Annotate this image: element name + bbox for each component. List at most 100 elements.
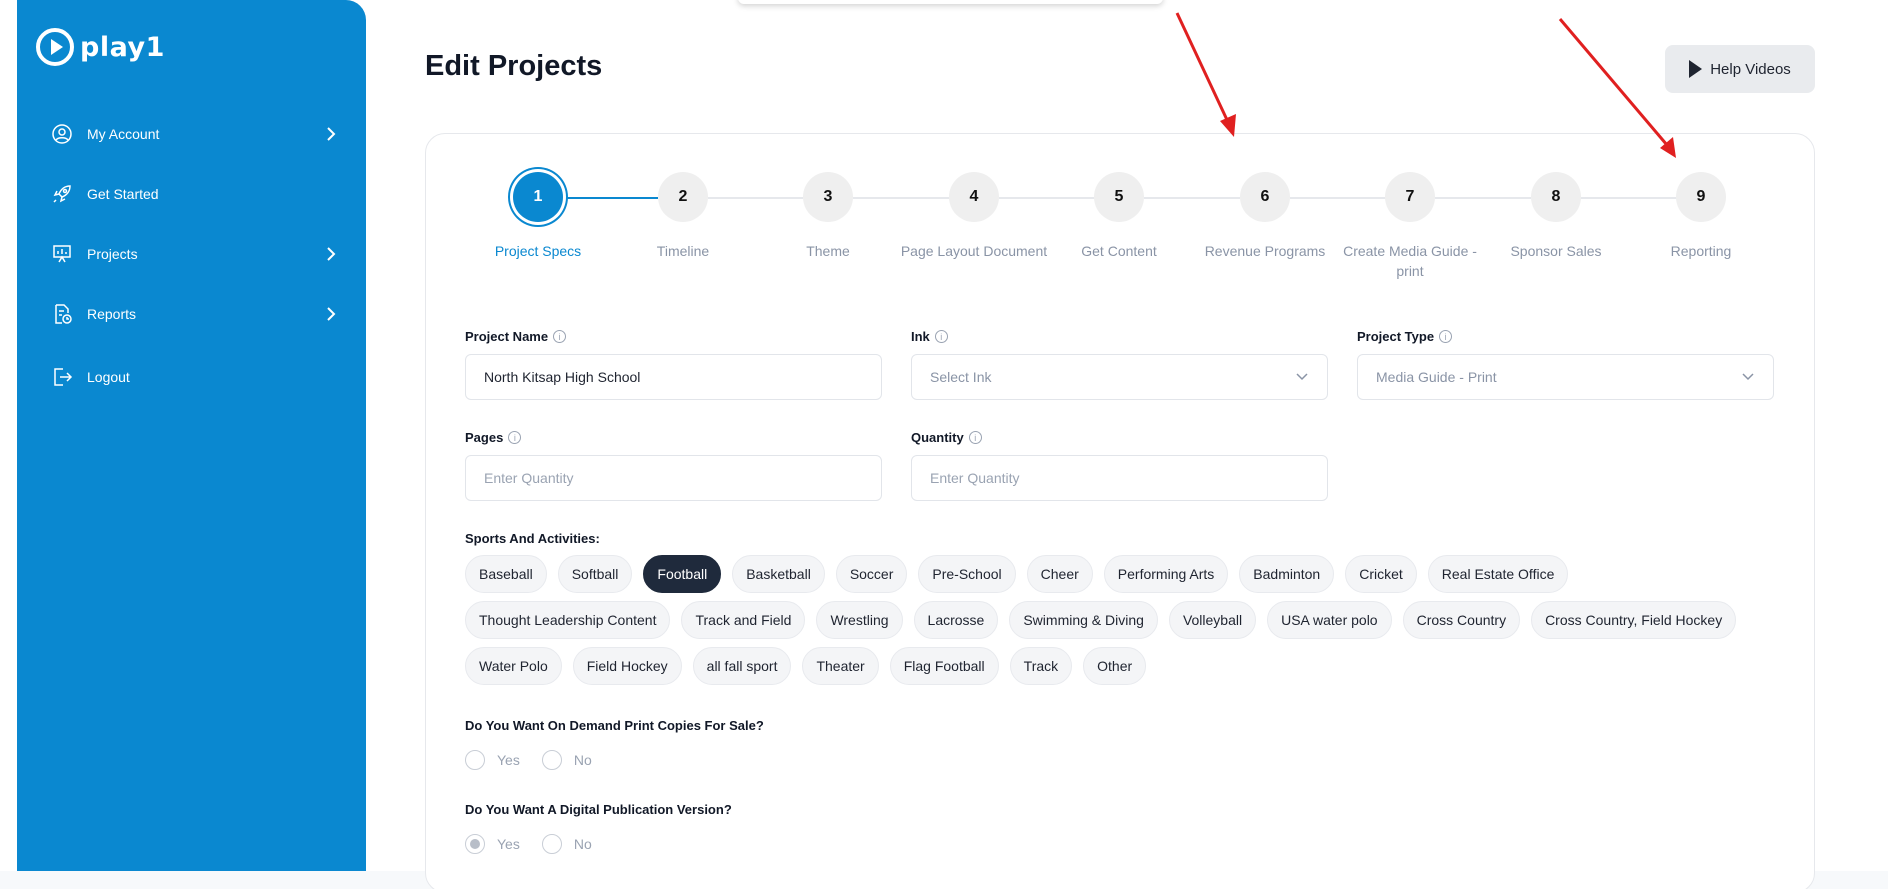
sport-chip[interactable]: Other	[1083, 647, 1147, 685]
page-title: Edit Projects	[425, 50, 603, 82]
step-number[interactable]: 4	[949, 172, 999, 222]
step-label: Project Specs	[494, 243, 582, 259]
step-number[interactable]: 5	[1094, 172, 1144, 222]
step-label: Timeline	[656, 243, 710, 259]
digital-version-yes-radio[interactable]: Yes	[465, 834, 520, 854]
sport-chip[interactable]: Real Estate Office	[1427, 555, 1569, 593]
sport-chip[interactable]: Cricket	[1345, 555, 1417, 593]
chip-row-3: Water Polo Field Hockey all fall sport T…	[465, 647, 1147, 685]
print-copies-radio-group: Yes No	[465, 750, 592, 770]
step-number[interactable]: 1	[513, 172, 563, 222]
radio-circle[interactable]	[465, 750, 485, 770]
radio-label: Yes	[497, 752, 520, 768]
sport-chip[interactable]: Volleyball	[1168, 601, 1257, 639]
print-copies-no-radio[interactable]: No	[541, 750, 592, 770]
logo-text: play1	[80, 31, 165, 63]
sport-chip[interactable]: Softball	[557, 555, 633, 593]
pages-input[interactable]	[484, 470, 863, 486]
sport-chip[interactable]: Badminton	[1239, 555, 1335, 593]
info-icon[interactable]: i	[968, 431, 982, 444]
step-sponsor-sales[interactable]: 8 Sponsor Sales	[1481, 172, 1631, 261]
project-type-select[interactable]: Media Guide - Print	[1357, 354, 1774, 400]
project-type-select-value: Media Guide - Print	[1376, 369, 1497, 385]
sidebar-item-reports[interactable]: Reports	[51, 294, 341, 334]
sidebar-item-get-started[interactable]: Get Started	[51, 174, 341, 214]
radio-label: No	[573, 836, 592, 852]
sport-chip[interactable]: Soccer	[835, 555, 908, 593]
info-icon[interactable]: i	[1439, 330, 1453, 343]
step-timeline[interactable]: 2 Timeline	[608, 172, 758, 261]
digital-version-radio-group: Yes No	[465, 834, 592, 854]
step-label: Get Content	[1081, 243, 1157, 259]
info-icon[interactable]: i	[553, 330, 567, 343]
user-circle-icon	[51, 123, 73, 145]
step-number[interactable]: 3	[803, 172, 853, 222]
sport-chip[interactable]: Basketball	[732, 555, 825, 593]
logo[interactable]: play1	[36, 28, 165, 66]
sport-chip[interactable]: Field Hockey	[572, 647, 682, 685]
sport-chip-selected[interactable]: Football	[643, 555, 722, 593]
step-page-layout-document[interactable]: 4 Page Layout Document	[899, 172, 1049, 261]
sport-chip[interactable]: Baseball	[465, 555, 547, 593]
ink-label: Ink i	[911, 329, 948, 344]
sport-chip[interactable]: Track and Field	[681, 601, 806, 639]
project-name-input[interactable]	[484, 369, 863, 385]
pages-label-text: Pages	[465, 430, 504, 445]
step-number[interactable]: 6	[1240, 172, 1290, 222]
step-label: Page Layout Document	[900, 243, 1048, 259]
step-label: Sponsor Sales	[1510, 243, 1602, 259]
help-videos-button[interactable]: Help Videos	[1665, 45, 1815, 93]
sidebar-item-label: My Account	[87, 126, 160, 142]
sport-chip[interactable]: Pre-School	[918, 555, 1016, 593]
presentation-icon	[51, 243, 73, 265]
radio-circle[interactable]	[541, 750, 562, 770]
pages-label: Pages i	[465, 430, 522, 445]
sport-chip[interactable]: Cheer	[1026, 555, 1093, 593]
ink-label-text: Ink	[911, 329, 930, 344]
radio-circle[interactable]	[465, 834, 485, 854]
sport-chip[interactable]: Cross Country, Field Hockey	[1531, 601, 1737, 639]
sport-chip[interactable]: USA water polo	[1267, 601, 1392, 639]
sidebar-item-projects[interactable]: Projects	[51, 234, 341, 274]
step-theme[interactable]: 3 Theme	[753, 172, 903, 261]
pages-field[interactable]	[465, 455, 882, 501]
step-number[interactable]: 8	[1531, 172, 1581, 222]
sport-chip[interactable]: Wrestling	[816, 601, 903, 639]
sidebar-item-label: Reports	[87, 306, 137, 322]
sport-chip[interactable]: Flag Football	[889, 647, 999, 685]
sport-chip[interactable]: Performing Arts	[1103, 555, 1229, 593]
step-project-specs[interactable]: 1 Project Specs	[463, 172, 613, 261]
radio-circle[interactable]	[541, 834, 562, 854]
step-number[interactable]: 7	[1385, 172, 1435, 222]
info-icon[interactable]: i	[934, 330, 948, 343]
digital-version-no-radio[interactable]: No	[541, 834, 592, 854]
step-get-content[interactable]: 5 Get Content	[1044, 172, 1194, 261]
step-number[interactable]: 9	[1676, 172, 1726, 222]
sport-chip[interactable]: Track	[1009, 647, 1073, 685]
info-icon[interactable]: i	[508, 431, 522, 444]
step-number[interactable]: 2	[658, 172, 708, 222]
print-copies-question: Do You Want On Demand Print Copies For S…	[465, 718, 764, 733]
sport-chip[interactable]: Theater	[802, 647, 879, 685]
sidebar-item-logout[interactable]: Logout	[51, 357, 341, 397]
sport-chip[interactable]: all fall sport	[692, 647, 792, 685]
project-name-field[interactable]	[465, 354, 882, 400]
step-label: Reporting	[1670, 243, 1732, 259]
step-revenue-programs[interactable]: 6 Revenue Programs	[1190, 172, 1340, 261]
sport-chip[interactable]: Cross Country	[1402, 601, 1521, 639]
print-copies-yes-radio[interactable]: Yes	[465, 750, 520, 770]
sidebar-item-my-account[interactable]: My Account	[51, 114, 341, 154]
step-create-media-guide[interactable]: 7 Create Media Guide - print	[1335, 172, 1485, 281]
digital-version-question: Do You Want A Digital Publication Versio…	[465, 802, 732, 817]
sport-chip[interactable]: Lacrosse	[913, 601, 999, 639]
sidebar-item-label: Projects	[87, 246, 138, 262]
sport-chip[interactable]: Water Polo	[465, 647, 562, 685]
chevron-down-icon	[1741, 370, 1755, 384]
ink-select[interactable]: Select Ink	[911, 354, 1328, 400]
quantity-field[interactable]	[911, 455, 1328, 501]
step-reporting[interactable]: 9 Reporting	[1626, 172, 1776, 261]
sport-chip[interactable]: Swimming & Diving	[1009, 601, 1158, 639]
sport-chip[interactable]: Thought Leadership Content	[465, 601, 671, 639]
sidebar-item-label: Get Started	[87, 186, 159, 202]
quantity-input[interactable]	[930, 470, 1309, 486]
